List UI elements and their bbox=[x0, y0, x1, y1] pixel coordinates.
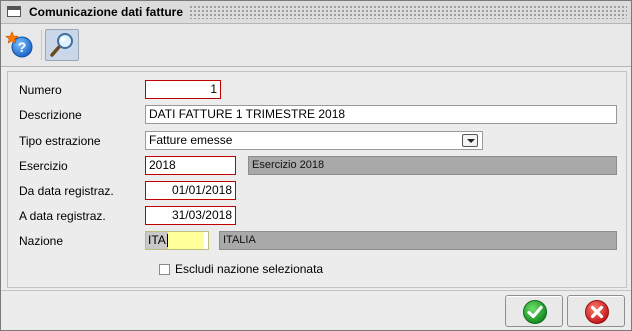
magnifier-icon bbox=[50, 33, 73, 57]
window-title: Comunicazione dati fatture bbox=[29, 5, 184, 19]
nazione-label: Nazione bbox=[19, 234, 64, 248]
search-button[interactable] bbox=[45, 29, 79, 61]
dialog-window: Comunicazione dati fatture ? Numero 1 De… bbox=[0, 0, 632, 331]
footer-divider bbox=[1, 290, 631, 291]
esercizio-description: Esercizio 2018 bbox=[248, 156, 617, 175]
esercizio-field[interactable]: 2018 bbox=[145, 156, 236, 175]
form-panel: Numero 1 Descrizione DATI FATTURE 1 TRIM… bbox=[7, 71, 627, 288]
cancel-button[interactable] bbox=[567, 295, 625, 327]
esercizio-label: Esercizio bbox=[19, 159, 68, 173]
toolbar: ? bbox=[1, 24, 631, 67]
check-icon bbox=[523, 300, 547, 324]
a-data-field[interactable]: 31/03/2018 bbox=[145, 206, 236, 225]
escludi-checkbox[interactable] bbox=[159, 264, 170, 275]
numero-label: Numero bbox=[19, 83, 62, 97]
tipo-estrazione-value: Fatture emesse bbox=[149, 133, 233, 147]
toolbar-separator bbox=[41, 30, 42, 60]
help-button[interactable]: ? bbox=[5, 29, 39, 61]
descrizione-label: Descrizione bbox=[19, 108, 82, 122]
da-data-label: Da data registraz. bbox=[19, 184, 114, 198]
svg-text:?: ? bbox=[18, 39, 27, 55]
tipo-estrazione-label: Tipo estrazione bbox=[19, 134, 101, 148]
numero-field[interactable]: 1 bbox=[145, 80, 221, 99]
nazione-field-fill bbox=[167, 232, 204, 249]
escludi-label[interactable]: Escludi nazione selezionata bbox=[175, 262, 323, 276]
title-bar[interactable]: Comunicazione dati fatture bbox=[1, 1, 631, 24]
da-data-field[interactable]: 01/01/2018 bbox=[145, 181, 236, 200]
a-data-label: A data registraz. bbox=[19, 209, 106, 223]
nazione-code: ITA bbox=[146, 232, 168, 249]
close-icon bbox=[585, 300, 609, 324]
title-bar-grip bbox=[189, 5, 627, 19]
window-icon bbox=[7, 6, 21, 17]
tipo-estrazione-select[interactable]: Fatture emesse bbox=[145, 131, 483, 150]
nazione-field[interactable]: ITA bbox=[145, 231, 209, 250]
chevron-down-icon[interactable] bbox=[462, 134, 478, 147]
nazione-description: ITALIA bbox=[219, 231, 617, 250]
ok-button[interactable] bbox=[505, 295, 563, 327]
help-star-icon: ? bbox=[5, 31, 33, 58]
descrizione-field[interactable]: DATI FATTURE 1 TRIMESTRE 2018 bbox=[145, 105, 617, 124]
